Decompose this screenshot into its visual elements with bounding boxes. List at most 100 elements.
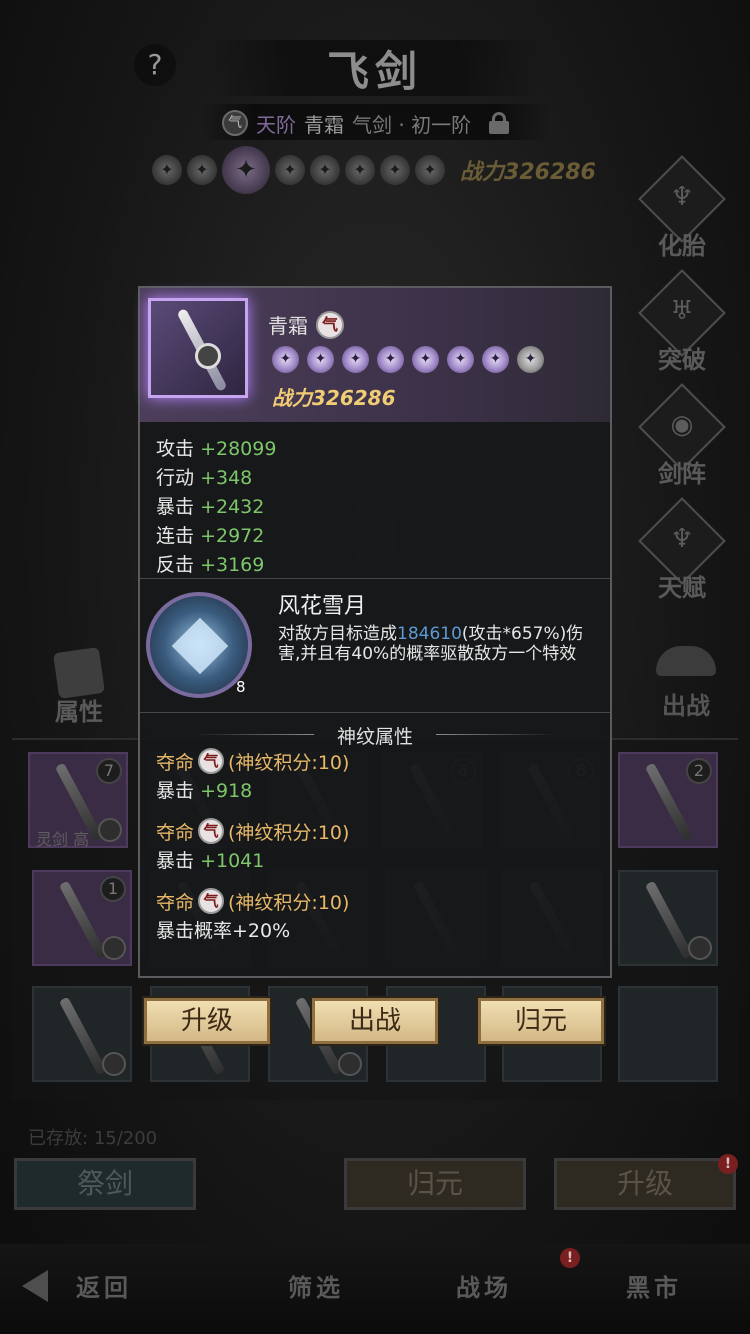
- nav-back[interactable]: 返回: [76, 1268, 132, 1303]
- notification-badge: !: [560, 1248, 580, 1268]
- rune-stat: 暴击 +1041: [156, 846, 349, 876]
- inventory-slot[interactable]: 1: [32, 870, 132, 966]
- rune-star-icon: ✦: [187, 155, 217, 185]
- back-arrow-icon[interactable]: [22, 1270, 48, 1302]
- main-rune-icon: ✦: [222, 146, 270, 194]
- skill-desc-text: 对敌方目标造成: [278, 624, 397, 644]
- rune-title: 夺命气 (神纹积分:10): [156, 816, 349, 846]
- rune-star-row: ✦ ✦ ✦ ✦ ✦ ✦ ✦ ✦: [152, 146, 445, 194]
- stat-value: +3169: [200, 554, 265, 576]
- breakthrough-icon: ♅: [670, 296, 694, 326]
- lotus-icon: [656, 646, 716, 676]
- tier-label: 天阶: [256, 112, 296, 137]
- storage-label: 已存放:: [28, 1128, 89, 1149]
- power-value: 326286: [504, 160, 596, 185]
- popup-return-button[interactable]: 归元: [478, 998, 604, 1044]
- return-origin-button[interactable]: 归元: [344, 1158, 526, 1210]
- slot-count: 1: [100, 876, 126, 902]
- lock-icon[interactable]: [489, 112, 510, 134]
- talent-icon: ♆: [670, 524, 694, 554]
- nav-black-market[interactable]: 黑市: [626, 1268, 682, 1303]
- stat-row: 反击 +3169: [156, 550, 276, 579]
- rune-star-icon: ✦: [412, 346, 439, 373]
- deploy-side-button[interactable]: 出战: [646, 646, 726, 726]
- rune-star-icon: ✦: [275, 155, 305, 185]
- rune-name: 夺命: [156, 821, 195, 844]
- rune-attribute: 夺命气 (神纹积分:10) 暴击概率+20%: [156, 886, 349, 946]
- stat-row: 行动 +348: [156, 463, 276, 492]
- power-value: 326286: [312, 386, 396, 410]
- slot-count: 7: [96, 758, 122, 784]
- rune-stat: 暴击概率+20%: [156, 916, 349, 946]
- rune-star-icon: ✦: [377, 346, 404, 373]
- rune-name: 夺命: [156, 751, 195, 774]
- side-button-label: 突破: [658, 345, 706, 374]
- sword-type-icon: [688, 936, 712, 960]
- skill-damage-value: 184610: [397, 624, 462, 644]
- rune-points: (神纹积分:10): [228, 821, 350, 844]
- stat-label: 暴击: [156, 496, 195, 518]
- page-title: 飞剑: [326, 47, 423, 96]
- rune-title: 夺命气 (神纹积分:10): [156, 886, 349, 916]
- skill-description: 对敌方目标造成184610(攻击*657%)伤害,并且有40%的概率驱散敌方一个…: [278, 624, 604, 664]
- stat-row: 连击 +2972: [156, 521, 276, 550]
- stat-label: 暴击: [156, 780, 195, 802]
- section-line: [436, 734, 556, 735]
- storage-value: 15/200: [93, 1128, 158, 1149]
- side-button-label: 天赋: [658, 573, 706, 602]
- upgrade-button[interactable]: 升级: [554, 1158, 736, 1210]
- stat-label: 攻击: [156, 438, 195, 460]
- scroll-icon: [53, 647, 105, 699]
- rune-star-icon: ✦: [272, 346, 299, 373]
- rune-star-icon: ✦: [310, 155, 340, 185]
- stat-value: +28099: [200, 438, 277, 460]
- stat-list: 攻击 +28099 行动 +348 暴击 +2432 连击 +2972 反击 +…: [156, 434, 276, 579]
- skill-name: 风花雪月: [278, 594, 367, 619]
- stat-row: 攻击 +28099: [156, 434, 276, 463]
- stat-label: 暴击概率+20%: [156, 920, 291, 942]
- rune-star-icon: ✦: [380, 155, 410, 185]
- qi-type-icon: 气: [198, 888, 225, 914]
- popup-upgrade-button[interactable]: 升级: [144, 998, 270, 1044]
- side-button-transform[interactable]: ♆ 化胎: [638, 155, 726, 264]
- qi-type-icon: 气: [198, 818, 225, 844]
- rune-star-icon: ✦: [447, 346, 474, 373]
- popup-deploy-button[interactable]: 出战: [312, 998, 438, 1044]
- sword-detail-popup: 青霜 气 ✦ ✦ ✦ ✦ ✦ ✦ ✦ ✦ 战力326286 攻击 +28099 …: [138, 286, 612, 978]
- side-button-breakthrough[interactable]: ♅ 突破: [638, 269, 726, 378]
- sword-type-icon: [102, 936, 126, 960]
- rune-star-icon: ✦: [342, 346, 369, 373]
- rune-attribute: 夺命气 (神纹积分:10) 暴击 +1041: [156, 816, 349, 876]
- inventory-slot[interactable]: [618, 986, 718, 1082]
- rune-name: 夺命: [156, 891, 195, 914]
- inventory-slot[interactable]: 2: [618, 752, 718, 848]
- sword-type-icon: [338, 1052, 362, 1076]
- header-power: 战力326286: [460, 154, 596, 186]
- sacrifice-sword-button[interactable]: 祭剑: [14, 1158, 196, 1210]
- side-button-label: 化胎: [658, 231, 706, 260]
- rune-star-icon: ✦: [345, 155, 375, 185]
- storage-count: 已存放: 15/200: [28, 1124, 157, 1150]
- sword-type-icon: [102, 1052, 126, 1076]
- rune-stat: 暴击 +918: [156, 776, 349, 806]
- side-button-talent[interactable]: ♆ 天赋: [638, 497, 726, 606]
- side-button-label: 剑阵: [658, 459, 706, 488]
- nav-battlefield[interactable]: 战场: [456, 1268, 512, 1303]
- side-button-sword-array[interactable]: ◉ 剑阵: [638, 383, 726, 492]
- stat-value: +918: [200, 780, 253, 802]
- item-rune-row: ✦ ✦ ✦ ✦ ✦ ✦ ✦ ✦: [272, 346, 544, 373]
- inventory-slot[interactable]: [32, 986, 132, 1082]
- sword-type-icon: [98, 818, 122, 842]
- section-title: 神纹属性: [336, 726, 413, 748]
- slot-tag: 灵剑 高: [36, 830, 90, 849]
- stat-label: 暴击: [156, 850, 195, 872]
- attributes-button[interactable]: 属性: [44, 647, 114, 730]
- inventory-slot[interactable]: [618, 870, 718, 966]
- nav-filter[interactable]: 筛选: [288, 1268, 344, 1303]
- rune-attribute: 夺命气 (神纹积分:10) 暴击 +918: [156, 746, 349, 806]
- attributes-label: 属性: [55, 697, 103, 726]
- sword-name-label: 青霜: [304, 112, 344, 137]
- rune-star-icon: ✦: [482, 346, 509, 373]
- rune-points: (神纹积分:10): [228, 751, 350, 774]
- rune-points: (神纹积分:10): [228, 891, 350, 914]
